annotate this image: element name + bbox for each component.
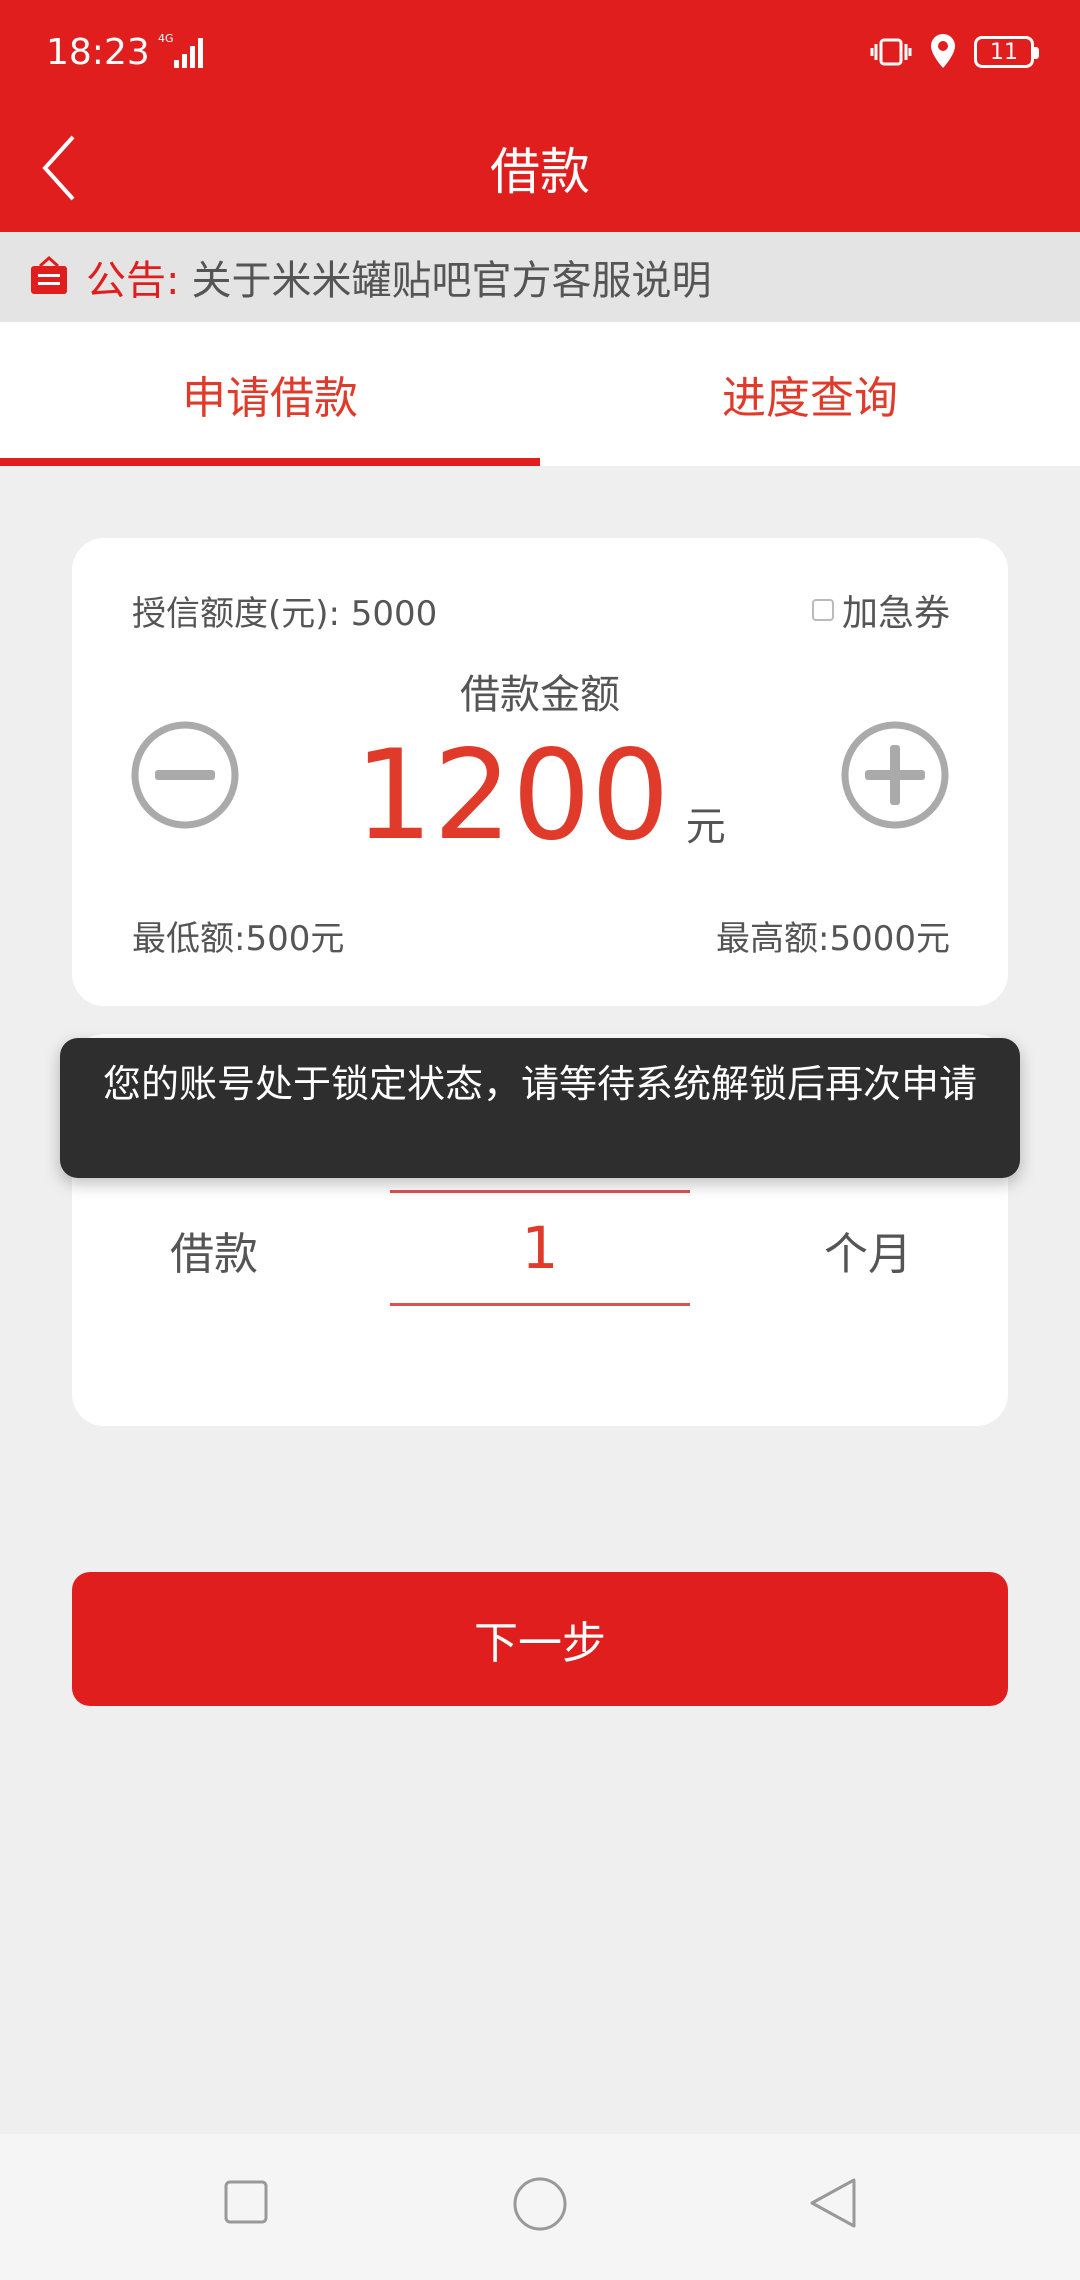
signal-4g-icon: 4G xyxy=(158,32,203,68)
notice-text[interactable]: 关于米米罐贴吧官方客服说明 xyxy=(191,248,711,306)
urgent-coupon-checkbox[interactable] xyxy=(811,599,834,621)
loan-amount-value: 1200 xyxy=(354,724,670,868)
loan-amount-card: 授信额度(元): 5000 加急券 借款金额 1200 元 最低额:500元 最… xyxy=(72,538,1008,1006)
page-title: 借款 xyxy=(490,143,590,201)
urgent-coupon-toggle[interactable]: 加急券 xyxy=(811,584,950,636)
loan-term-input[interactable]: 1 xyxy=(390,1190,690,1306)
loan-amount-label: 借款金额 xyxy=(460,672,620,718)
min-amount: 最低额:500元 xyxy=(132,919,345,959)
vibrate-icon xyxy=(870,38,912,66)
home-icon[interactable] xyxy=(512,2176,568,2232)
account-locked-toast: 您的账号处于锁定状态，请等待系统解锁后再次申请 xyxy=(60,1038,1020,1178)
status-icons: 11 xyxy=(870,32,1039,72)
status-bar: 18:23 4G 11 xyxy=(0,0,1080,112)
announcement-icon xyxy=(31,256,67,294)
back-triangle-icon[interactable] xyxy=(808,2176,858,2230)
network-type: 4G xyxy=(158,32,174,45)
recent-apps-icon[interactable] xyxy=(224,2180,268,2224)
notice-bar[interactable]: 公告: 关于米米罐贴吧官方客服说明 xyxy=(0,232,1080,322)
status-time: 18:23 xyxy=(46,32,150,73)
urgent-coupon-label: 加急券 xyxy=(841,593,950,634)
tab-apply-loan[interactable]: 申请借款 xyxy=(0,322,540,466)
next-step-button[interactable]: 下一步 xyxy=(72,1572,1008,1706)
loan-term-unit: 个月 xyxy=(824,1229,912,1280)
notice-label: 公告: xyxy=(86,258,180,304)
system-nav-bar xyxy=(0,2134,1080,2280)
loan-amount-unit: 元 xyxy=(685,804,726,850)
battery-level: 11 xyxy=(990,39,1018,65)
battery-icon: 11 xyxy=(974,36,1039,68)
tab-bar: 申请借款 进度查询 xyxy=(0,322,1080,466)
credit-limit: 授信额度(元): 5000 xyxy=(132,594,438,634)
loan-amount-display: 1200 元 xyxy=(72,734,1008,858)
max-amount: 最高额:5000元 xyxy=(716,919,950,959)
tab-progress-query[interactable]: 进度查询 xyxy=(540,322,1080,466)
app-header: 借款 xyxy=(0,112,1080,232)
loan-term-label: 借款 xyxy=(170,1229,258,1280)
location-icon xyxy=(931,34,955,68)
